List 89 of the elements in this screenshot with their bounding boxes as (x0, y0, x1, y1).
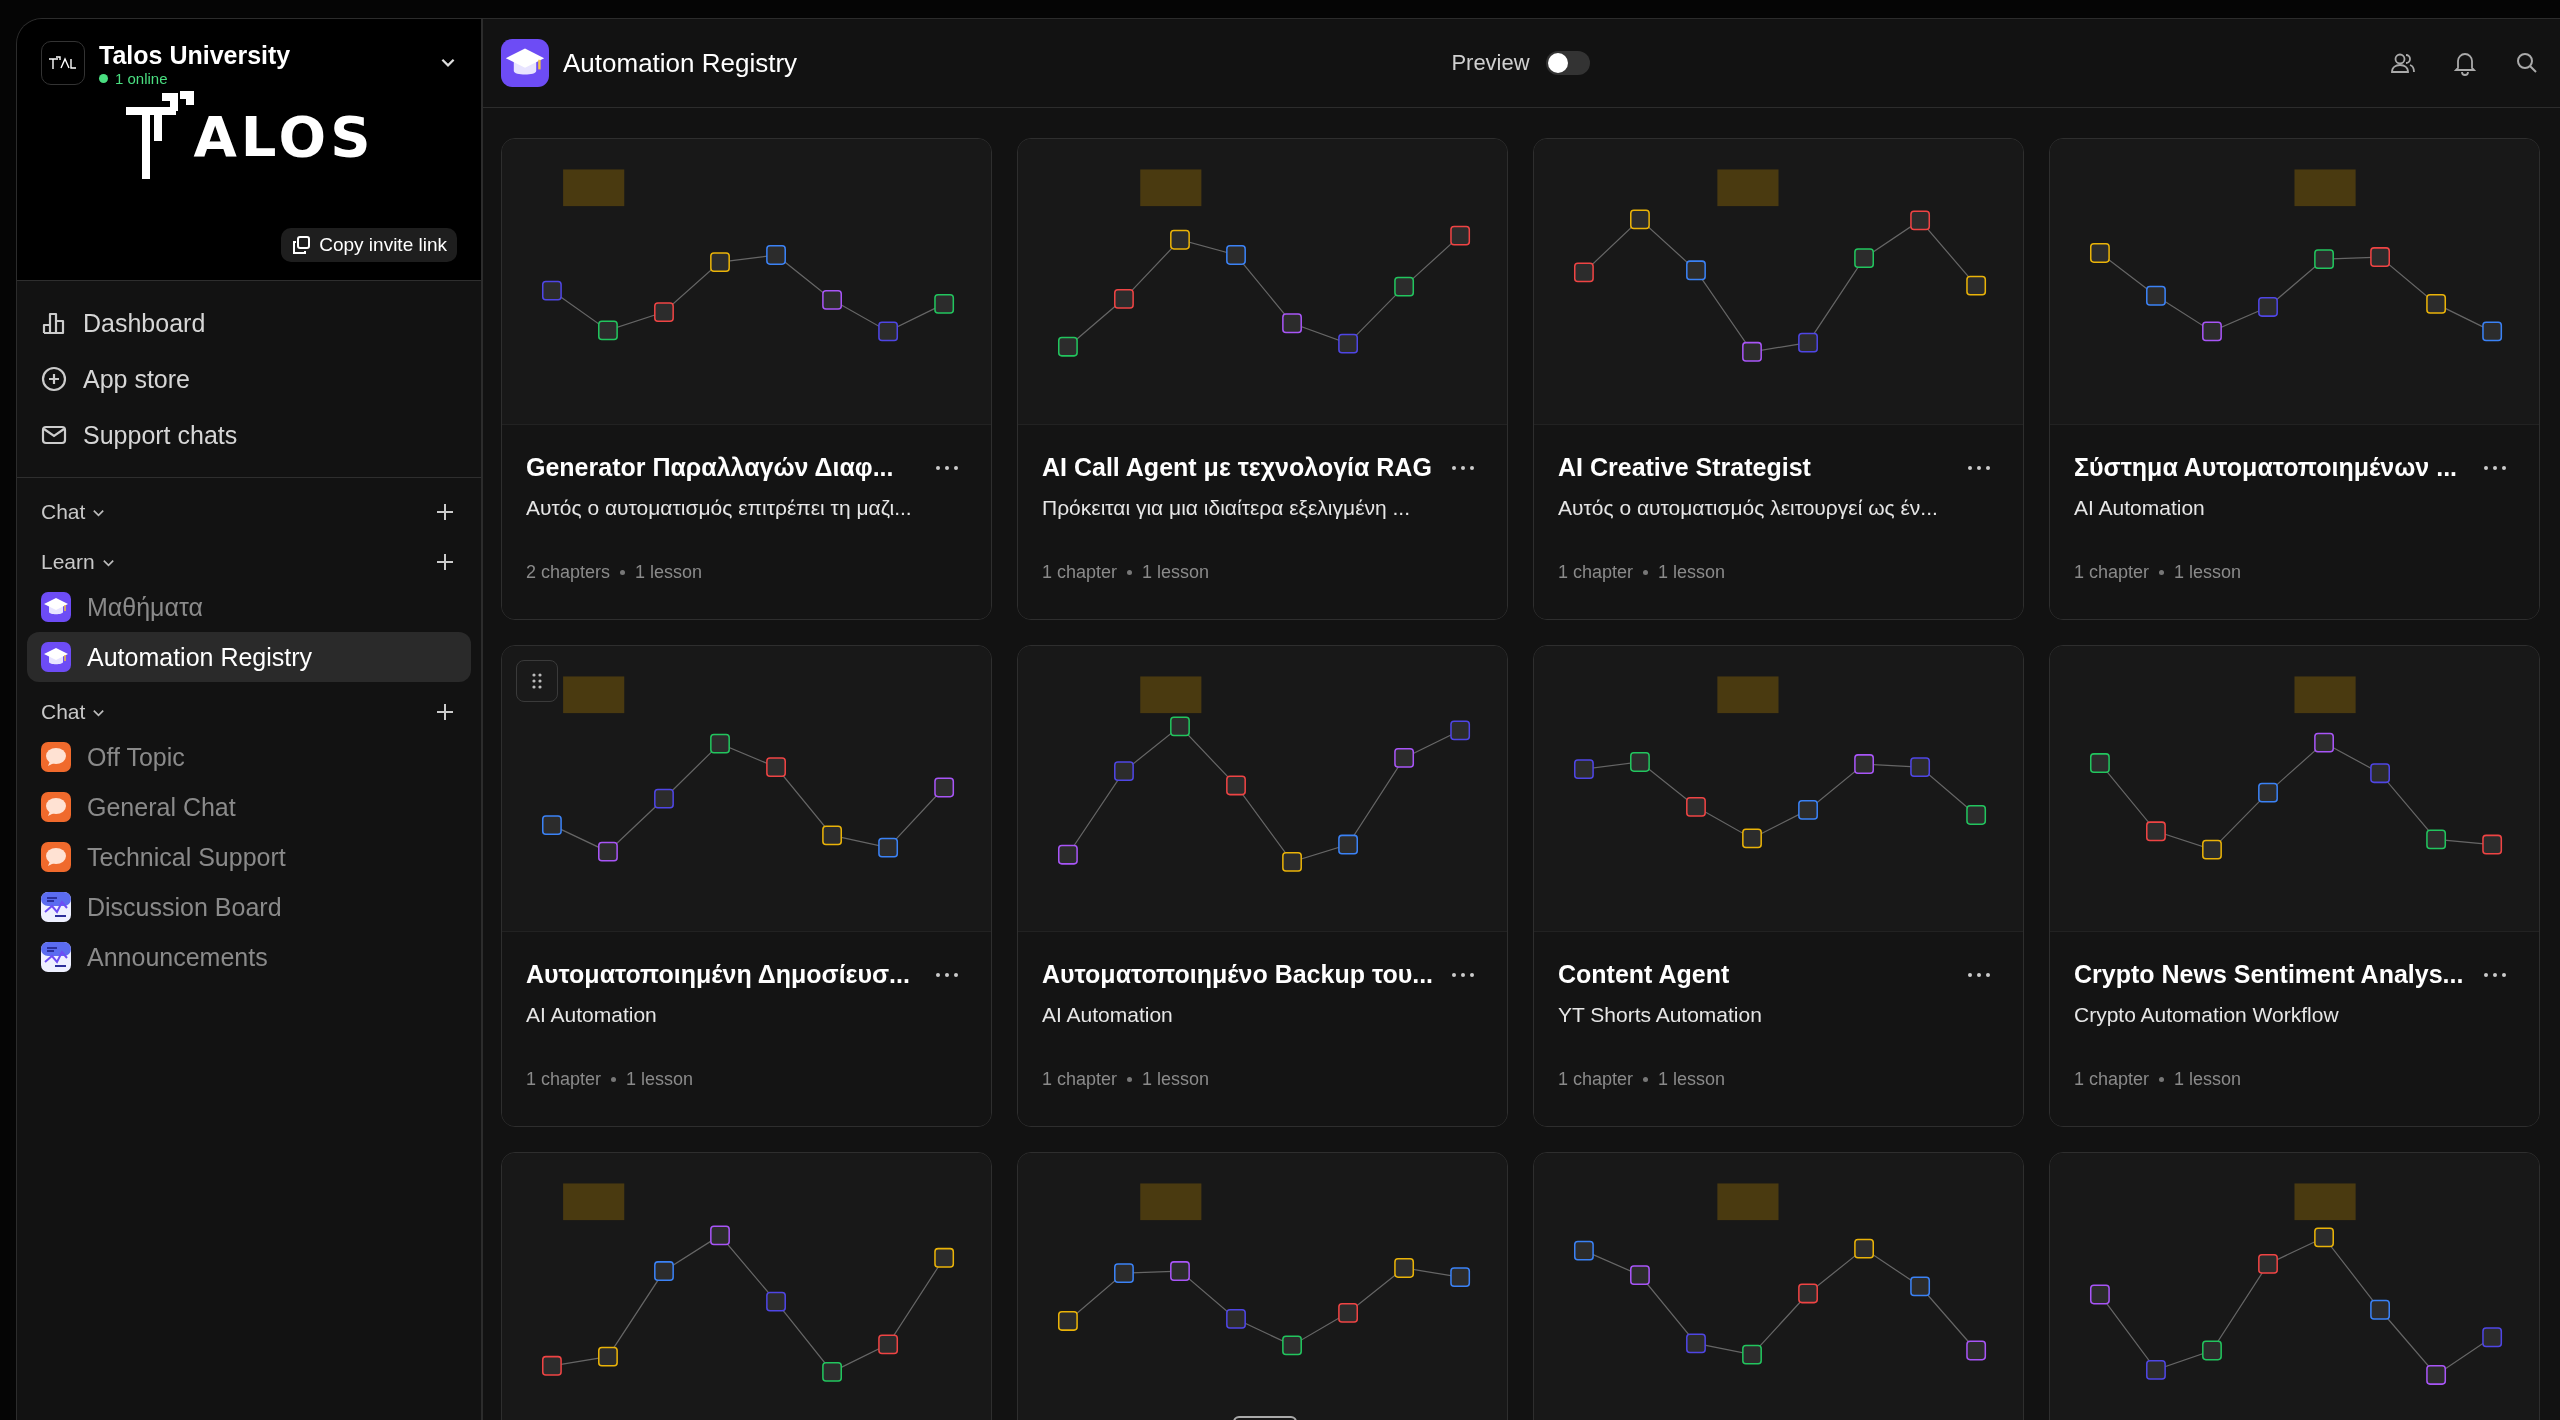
card-description: AI Automation (2074, 496, 2206, 520)
card-title: Generator Παραλλαγών Διαφ... (526, 453, 894, 482)
drag-handle-button[interactable] (516, 660, 558, 702)
nav-item[interactable]: Support chats (41, 413, 457, 457)
more-options-icon[interactable] (1451, 971, 1475, 978)
graduation-cap-icon (41, 642, 71, 672)
graduation-cap-icon (41, 592, 71, 622)
more-options-icon[interactable] (1967, 971, 1991, 978)
online-count: 1 online (115, 70, 168, 87)
channel-item[interactable]: General Chat (27, 782, 471, 832)
card-description: YT Shorts Automation (1558, 1003, 1763, 1027)
chapter-count: 1 chapter (526, 1069, 602, 1090)
channel-item[interactable]: Announcements (27, 932, 471, 982)
chat-bubble-icon (41, 742, 71, 772)
more-options-icon[interactable] (935, 971, 959, 978)
lesson-count: 1 lesson (1142, 1069, 1210, 1090)
automation-card[interactable]: AI Call Agent με τεχνολογία RAG Πρόκειται για μια ιδιαίτερα εξελιγμένη ... 1 chapter 1 lesson (1017, 138, 1508, 620)
graduation-cap-icon (501, 39, 549, 87)
card-description: Πρόκειται για μια ιδιαίτερα εξελιγμένη ... (1042, 496, 1411, 520)
more-options-icon[interactable] (2483, 464, 2507, 471)
add-icon[interactable] (435, 702, 455, 722)
logo-text: ALOS (193, 109, 375, 165)
logo-icon (48, 56, 78, 70)
plus-circle-icon (41, 366, 67, 392)
bar-chart-icon (41, 310, 67, 336)
lesson-count: 1 lesson (1142, 562, 1210, 583)
bell-icon[interactable] (2452, 50, 2478, 76)
card-title: AI Creative Strategist (1558, 453, 1811, 482)
automation-card[interactable]: Crypto News Sentiment Analys... Crypto Automation Workflow 1 chapter 1 lesson (2049, 645, 2540, 1127)
preview-toggle[interactable] (1545, 51, 1590, 75)
workspace-avatar[interactable] (41, 41, 85, 85)
card-title: Αυτοματοποιημένη Δημοσίευσ... (526, 960, 910, 989)
channel-item[interactable]: Automation Registry (27, 632, 471, 682)
card-title: Αυτοματοποιημένο Backup του... (1042, 960, 1434, 989)
channel-item[interactable]: Discussion Board (27, 882, 471, 932)
card-title: AI Call Agent με τεχνολογία RAG (1042, 453, 1432, 482)
card-description: AI Automation (526, 1003, 658, 1027)
chapter-count: 2 chapters (526, 562, 611, 583)
chapter-count: 1 chapter (1558, 1069, 1634, 1090)
nav-item[interactable]: App store (41, 357, 457, 401)
more-options-icon[interactable] (2483, 971, 2507, 978)
add-icon[interactable] (435, 502, 455, 522)
card-title: Content Agent (1558, 960, 1730, 989)
add-icon[interactable] (435, 552, 455, 572)
lesson-count: 1 lesson (626, 1069, 694, 1090)
chapter-count: 1 chapter (1042, 1069, 1118, 1090)
chapter-count: 1 chapter (1558, 562, 1634, 583)
chat-bubble-icon (41, 842, 71, 872)
copy-invite-button[interactable]: Copy invite link (281, 228, 457, 262)
section-toggle[interactable]: Chat (41, 500, 107, 524)
lesson-count: 1 lesson (1658, 1069, 1726, 1090)
more-options-icon[interactable] (1451, 464, 1475, 471)
lesson-count: 1 lesson (2174, 562, 2242, 583)
chapter-count: 1 chapter (2074, 562, 2150, 583)
channel-item[interactable]: Technical Support (27, 832, 471, 882)
card-description: Αυτός ο αυτοματισμός λειτουργεί ως έν... (1558, 496, 1939, 520)
drag-handle-icon (531, 672, 543, 690)
card-title: Σύστημα Αυτοματοποιημένων ... (2074, 453, 2458, 482)
logo-mark-icon (123, 91, 194, 181)
more-options-icon[interactable] (935, 464, 959, 471)
workspace-name: Talos University (99, 41, 292, 70)
channel-item[interactable]: Off Topic (27, 732, 471, 782)
automation-card[interactable]: Content Agent YT Shorts Automation 1 chapter 1 lesson (1533, 645, 2024, 1127)
more-options-icon[interactable] (1967, 464, 1991, 471)
chapter-count: 1 chapter (2074, 1069, 2150, 1090)
page-title: Automation Registry (563, 47, 798, 79)
lesson-count: 1 lesson (635, 562, 703, 583)
automation-card[interactable]: Σύστημα Αυτοματοποιημένων ... AI Automation 1 chapter 1 lesson (2049, 138, 2540, 620)
lesson-count: 1 lesson (1658, 562, 1726, 583)
lesson-count: 1 lesson (2174, 1069, 2242, 1090)
chapter-count: 1 chapter (1042, 562, 1118, 583)
nav-item[interactable]: Dashboard (41, 301, 457, 345)
section-toggle[interactable]: Chat (41, 700, 107, 724)
online-dot (99, 74, 108, 83)
chat-bubble-icon (41, 792, 71, 822)
card-description: Αυτός ο αυτοματισμός επιτρέπει τη μαζι... (526, 496, 913, 520)
automation-card[interactable]: Αυτοματοποιημένη Δημοσίευσ... AI Automation 1 chapter 1 lesson (501, 645, 992, 1127)
channel-item[interactable]: Μαθήματα (27, 582, 471, 632)
automation-card[interactable]: Αυτοματοποιημένο Backup του... AI Automation 1 chapter 1 lesson (1017, 645, 1508, 1127)
card-description: Crypto Automation Workflow (2074, 1003, 2340, 1027)
copy-icon (291, 235, 312, 255)
automation-card[interactable]: Generator Παραλλαγών Διαφ... Αυτός ο αυτοματισμός επιτρέπει τη μαζι... 2 chapters 1 lesson (501, 138, 992, 620)
automation-card[interactable]: AI Creative Strategist Αυτός ο αυτοματισμός λειτουργεί ως έν... 1 chapter 1 lesson (1533, 138, 2024, 620)
preview-label: Preview (1451, 50, 1530, 76)
card-description: AI Automation (1042, 1003, 1174, 1027)
card-title: Crypto News Sentiment Analys... (2074, 960, 2464, 989)
section-toggle[interactable]: Learn (41, 550, 116, 574)
board-icon (41, 892, 71, 922)
board-icon (41, 942, 71, 972)
